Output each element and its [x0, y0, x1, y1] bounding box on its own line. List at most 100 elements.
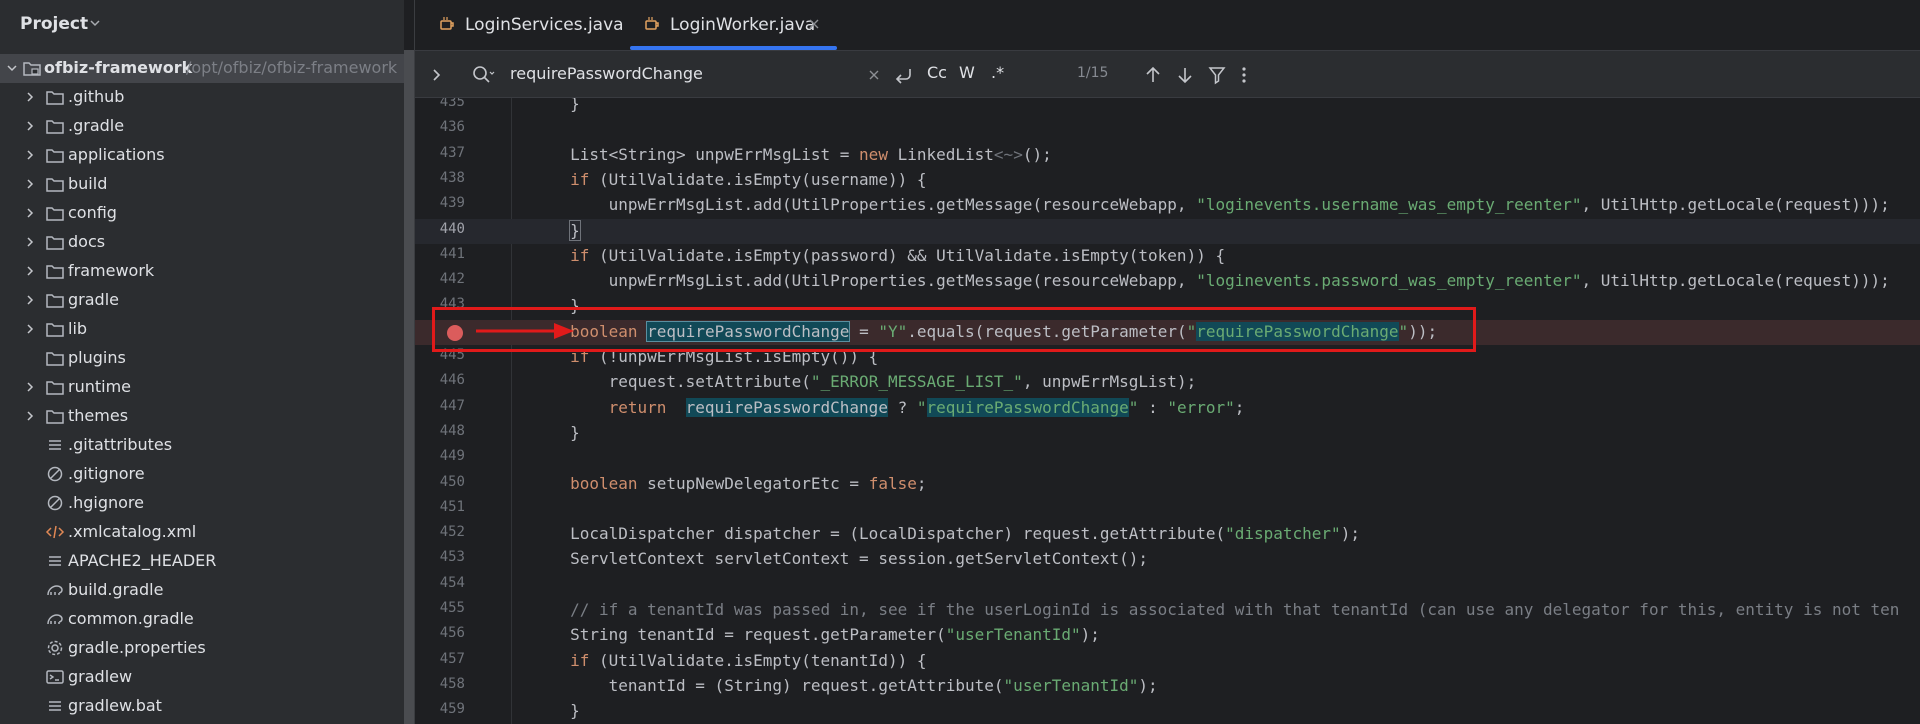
code-line[interactable]: 452 LocalDispatcher dispatcher = (LocalD…	[415, 522, 1920, 547]
code-text[interactable]: }	[493, 98, 580, 113]
code-text[interactable]: String tenantId = request.getParameter("…	[493, 625, 1100, 644]
code-line[interactable]: 442 unpwErrMsgList.add(UtilProperties.ge…	[415, 269, 1920, 294]
code-editor[interactable]: 435 } 436 437 List<String> unpwErrMsgList …	[415, 98, 1920, 724]
code-line[interactable]: 453 ServletContext servletContext = sess…	[415, 547, 1920, 572]
line-number[interactable]: 454	[415, 575, 465, 591]
tree-item[interactable]: .hgignore	[0, 489, 404, 518]
tree-item[interactable]: .gitattributes	[0, 431, 404, 460]
tree-item[interactable]: themes	[0, 402, 404, 431]
chevron-right-icon[interactable]	[24, 120, 36, 132]
line-number[interactable]: 439	[415, 195, 465, 211]
code-text[interactable]: // if a tenantId was passed in, see if t…	[493, 600, 1899, 619]
tree-item[interactable]: gradlew.bat	[0, 692, 404, 721]
chevron-right-icon[interactable]	[24, 265, 36, 277]
filter-icon[interactable]	[1207, 64, 1227, 86]
regex-button[interactable]: .*	[991, 63, 1004, 82]
code-line[interactable]: 447 return requirePasswordChange ? "requ…	[415, 396, 1920, 421]
code-line[interactable]: 448 }	[415, 421, 1920, 446]
code-line[interactable]: 457 if (UtilValidate.isEmpty(tenantId)) …	[415, 649, 1920, 674]
code-text[interactable]: if (UtilValidate.isEmpty(username)) {	[493, 170, 926, 189]
search-icon[interactable]	[471, 64, 495, 86]
code-text[interactable]: request.setAttribute("_ERROR_MESSAGE_LIS…	[493, 372, 1197, 391]
chevron-right-icon[interactable]	[24, 236, 36, 248]
code-text[interactable]: unpwErrMsgList.add(UtilProperties.getMes…	[493, 271, 1890, 290]
chevron-right-icon[interactable]	[24, 294, 36, 306]
tree-item[interactable]: .github	[0, 83, 404, 112]
line-number[interactable]: 455	[415, 600, 465, 616]
tree-item[interactable]: .gitignore	[0, 460, 404, 489]
line-number[interactable]: 441	[415, 246, 465, 262]
code-line[interactable]: 459 }	[415, 699, 1920, 724]
new-line-icon[interactable]	[893, 64, 915, 86]
tree-item[interactable]: docs	[0, 228, 404, 257]
tree-item[interactable]: build	[0, 170, 404, 199]
line-number[interactable]: 447	[415, 398, 465, 414]
code-line[interactable]: 456 String tenantId = request.getParamet…	[415, 623, 1920, 648]
project-title[interactable]: Project	[20, 14, 88, 34]
code-line[interactable]: 454	[415, 573, 1920, 598]
code-line[interactable]: 450 boolean setupNewDelegatorEtc = false…	[415, 472, 1920, 497]
tree-item[interactable]: lib	[0, 315, 404, 344]
code-line[interactable]: 451	[415, 497, 1920, 522]
chevron-right-icon[interactable]	[24, 410, 36, 422]
tree-item[interactable]: plugins	[0, 344, 404, 373]
code-text[interactable]: ServletContext servletContext = session.…	[493, 549, 1148, 568]
code-text[interactable]: List<String> unpwErrMsgList = new Linked…	[493, 145, 1052, 164]
code-text[interactable]: }	[493, 701, 580, 720]
chevron-right-icon[interactable]	[24, 207, 36, 219]
arrow-up-icon[interactable]	[1143, 64, 1163, 86]
line-number[interactable]: 453	[415, 549, 465, 565]
line-number[interactable]: 459	[415, 701, 465, 717]
tree-item[interactable]: framework	[0, 257, 404, 286]
code-line[interactable]: 438 if (UtilValidate.isEmpty(username)) …	[415, 168, 1920, 193]
tree-item[interactable]: APACHE2_HEADER	[0, 547, 404, 576]
chevron-right-icon[interactable]	[24, 178, 36, 190]
code-line[interactable]: 435 }	[415, 98, 1920, 117]
line-number[interactable]: 440	[415, 221, 465, 237]
clear-search-icon[interactable]	[867, 64, 881, 86]
code-line[interactable]: 449	[415, 446, 1920, 471]
project-header[interactable]: Project	[0, 0, 404, 50]
code-text[interactable]: }	[493, 423, 580, 442]
tree-item[interactable]: build.gradle	[0, 576, 404, 605]
code-line[interactable]: 446 request.setAttribute("_ERROR_MESSAGE…	[415, 370, 1920, 395]
tab-loginservices[interactable]: LoginServices.java	[425, 0, 625, 50]
line-number[interactable]: 449	[415, 448, 465, 464]
line-number[interactable]: 457	[415, 651, 465, 667]
line-number[interactable]: 437	[415, 145, 465, 161]
tree-scrollbar[interactable]	[404, 50, 414, 724]
code-text[interactable]: unpwErrMsgList.add(UtilProperties.getMes…	[493, 195, 1890, 214]
match-case-button[interactable]: Cc	[927, 63, 947, 82]
line-number[interactable]: 436	[415, 119, 465, 135]
chevron-down-icon[interactable]	[6, 62, 18, 74]
code-line[interactable]: 437 List<String> unpwErrMsgList = new Li…	[415, 143, 1920, 168]
line-number[interactable]: 450	[415, 474, 465, 490]
line-number[interactable]: 435	[415, 98, 465, 110]
close-icon[interactable]	[808, 18, 820, 30]
whole-words-button[interactable]: W	[959, 63, 975, 82]
code-line[interactable]: 455 // if a tenantId was passed in, see …	[415, 598, 1920, 623]
code-line[interactable]: 440 }	[415, 219, 1920, 244]
line-number[interactable]: 458	[415, 676, 465, 692]
tree-item[interactable]: applications	[0, 141, 404, 170]
tab-loginworker[interactable]: LoginWorker.java	[630, 0, 837, 50]
line-number[interactable]: 456	[415, 625, 465, 641]
tree-item[interactable]: gradle.properties	[0, 634, 404, 663]
chevron-right-icon[interactable]	[24, 323, 36, 335]
code-line[interactable]: 441 if (UtilValidate.isEmpty(password) &…	[415, 244, 1920, 269]
line-number[interactable]: 451	[415, 499, 465, 515]
code-text[interactable]: if (UtilValidate.isEmpty(password) && Ut…	[493, 246, 1225, 265]
tree-item[interactable]: .gradle	[0, 112, 404, 141]
tree-item[interactable]: .xmlcatalog.xml	[0, 518, 404, 547]
code-line[interactable]: 436	[415, 117, 1920, 142]
tree-item[interactable]: common.gradle	[0, 605, 404, 634]
tree-item[interactable]: gradlew	[0, 663, 404, 692]
search-input[interactable]: requirePasswordChange	[510, 64, 703, 83]
code-line[interactable]: 458 tenantId = (String) request.getAttri…	[415, 674, 1920, 699]
arrow-down-icon[interactable]	[1175, 64, 1195, 86]
tree-item[interactable]: runtime	[0, 373, 404, 402]
tree-item[interactable]: config	[0, 199, 404, 228]
line-number[interactable]: 448	[415, 423, 465, 439]
chevron-right-icon[interactable]	[24, 149, 36, 161]
code-text[interactable]: LocalDispatcher dispatcher = (LocalDispa…	[493, 524, 1360, 543]
